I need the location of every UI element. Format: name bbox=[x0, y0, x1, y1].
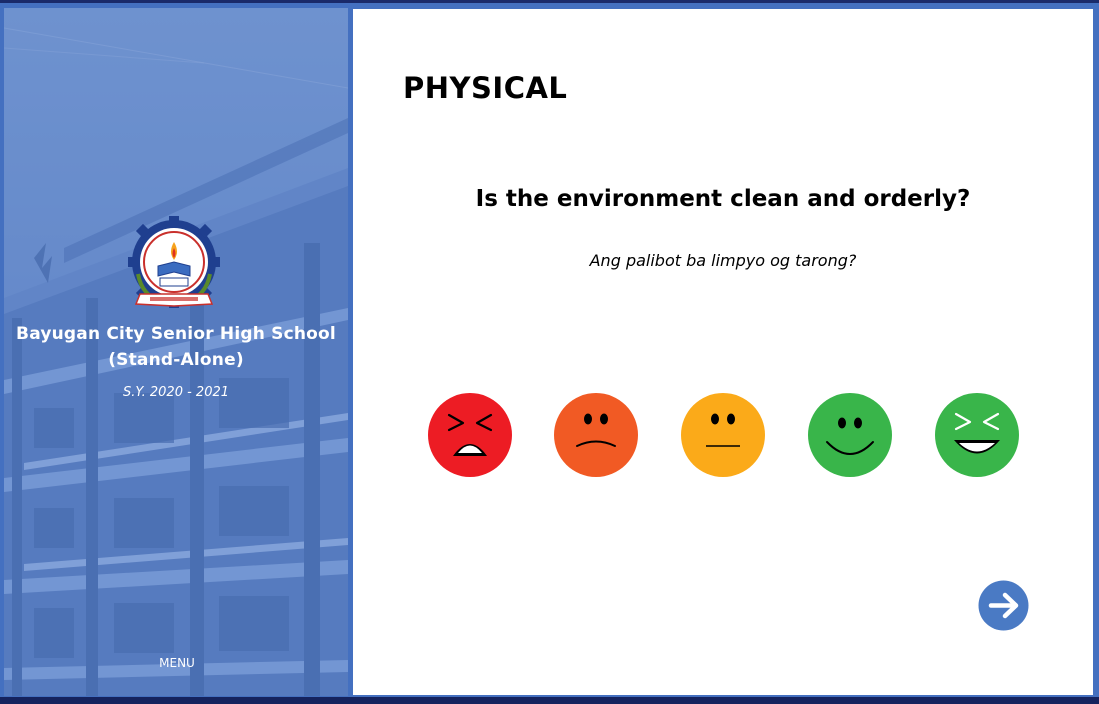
school-seal-logo bbox=[128, 216, 220, 308]
question-text: Is the environment clean and orderly? bbox=[475, 186, 971, 212]
bad-rating-button[interactable] bbox=[553, 392, 639, 478]
bad-face-icon bbox=[554, 393, 638, 477]
very-bad-rating-button[interactable] bbox=[427, 392, 513, 478]
bottom-strip bbox=[0, 697, 1099, 704]
question-translation: Ang palibot ba limpyo og tarong? bbox=[589, 251, 857, 270]
section-title: PHYSICAL bbox=[403, 71, 568, 105]
top-strip bbox=[0, 0, 1099, 3]
good-face-icon bbox=[808, 393, 892, 477]
neutral-rating-button[interactable] bbox=[680, 392, 766, 478]
sidebar: Bayugan City Senior High School (Stand-A… bbox=[4, 8, 348, 696]
next-button[interactable] bbox=[978, 580, 1029, 631]
neutral-face-icon bbox=[681, 393, 765, 477]
very-good-face-icon bbox=[935, 393, 1019, 477]
school-name: Bayugan City Senior High School (Stand-A… bbox=[4, 321, 348, 373]
school-year: S.Y. 2020 - 2021 bbox=[122, 385, 230, 400]
very-bad-face-icon bbox=[428, 393, 512, 477]
main-content: PHYSICAL Is the environment clean and or… bbox=[353, 9, 1093, 695]
very-good-rating-button[interactable] bbox=[934, 392, 1020, 478]
good-rating-button[interactable] bbox=[807, 392, 893, 478]
school-name-line2: (Stand-Alone) bbox=[108, 350, 244, 370]
menu-button[interactable]: MENU bbox=[154, 656, 200, 670]
school-name-line1: Bayugan City Senior High School bbox=[16, 324, 336, 344]
